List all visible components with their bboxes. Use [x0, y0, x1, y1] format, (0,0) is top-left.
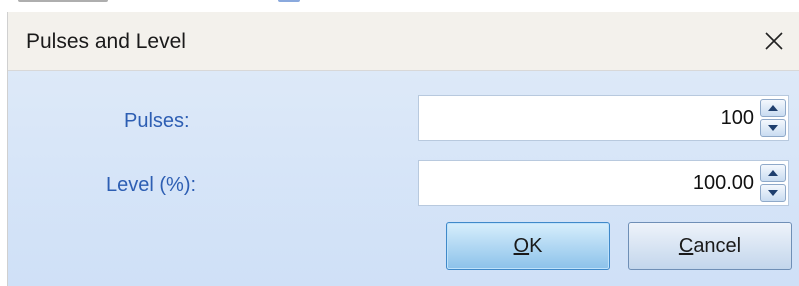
pulses-spinbox[interactable]: 100 [418, 95, 789, 141]
pulses-value[interactable]: 100 [721, 107, 754, 130]
level-value[interactable]: 100.00 [693, 172, 754, 195]
spin-up-icon [768, 105, 778, 111]
spin-down-icon [768, 125, 778, 131]
background-text-fragment [18, 0, 108, 2]
spin-down-icon [768, 190, 778, 196]
pulses-spin-down[interactable] [760, 119, 786, 137]
dialog-title: Pulses and Level [26, 30, 186, 53]
dialog-titlebar: Pulses and Level [8, 12, 799, 71]
ok-label-rest: K [529, 234, 543, 257]
cancel-button[interactable]: Cancel [628, 222, 792, 270]
cancel-label-rest: ancel [693, 234, 742, 257]
background-link-fragment [278, 0, 300, 2]
pulses-spin-up[interactable] [760, 99, 786, 117]
cancel-mnemonic: C [678, 234, 694, 257]
pulses-spin-arrows [760, 99, 786, 137]
spin-up-icon [768, 170, 778, 176]
dialog-body: Pulses: 100 Level (%): 100.00 O K C ance… [8, 71, 799, 286]
pulses-level-dialog: Pulses and Level Pulses: 100 Level (%): … [8, 12, 799, 286]
ok-button[interactable]: OK [446, 222, 610, 270]
level-spin-down[interactable] [760, 184, 786, 202]
level-spin-arrows [760, 164, 786, 202]
level-label: Level (%): [106, 174, 197, 196]
level-spin-up[interactable] [760, 164, 786, 182]
pulses-label: Pulses: [124, 110, 190, 132]
close-button[interactable] [749, 12, 799, 70]
close-icon [765, 32, 783, 50]
ok-mnemonic: O [513, 234, 530, 257]
level-spinbox[interactable]: 100.00 [418, 160, 789, 206]
